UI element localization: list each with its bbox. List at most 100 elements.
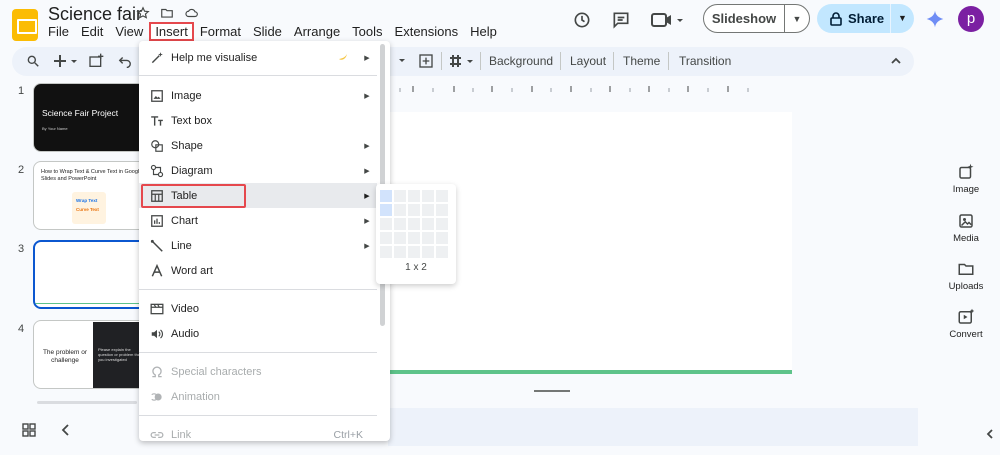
grid-view-icon[interactable] [22, 423, 36, 437]
menu-edit[interactable]: Edit [75, 22, 109, 41]
menu-item-help-me-visualise[interactable]: Help me visualise ▶ [139, 45, 377, 70]
move-folder-icon[interactable] [160, 6, 174, 20]
table-grid-cell[interactable] [436, 246, 448, 258]
menu-item-special-characters: Special characters [139, 359, 377, 384]
table-grid-cell[interactable] [380, 218, 392, 230]
star-icon[interactable] [136, 6, 150, 20]
side-panel-media[interactable]: Media [940, 212, 992, 244]
menu-help[interactable]: Help [464, 22, 503, 41]
table-grid-cell[interactable] [380, 232, 392, 244]
table-grid-cell[interactable] [380, 190, 392, 202]
table-grid-cell[interactable] [422, 190, 434, 202]
menu-item-shape[interactable]: Shape ▶ [139, 133, 377, 158]
share-button[interactable]: Share ▼ [817, 4, 914, 33]
table-grid-cell[interactable] [394, 232, 406, 244]
menu-slide[interactable]: Slide [247, 22, 288, 41]
speaker-notes-area[interactable] [388, 408, 918, 446]
transition-button[interactable]: Transition [679, 54, 731, 68]
table-grid-cell[interactable] [394, 204, 406, 216]
menu-item-text-box[interactable]: Text box [139, 108, 377, 133]
table-grid-cell[interactable] [380, 204, 392, 216]
menu-extensions[interactable]: Extensions [389, 22, 465, 41]
meet-icon[interactable] [651, 10, 683, 30]
table-grid-cell[interactable] [436, 204, 448, 216]
comments-icon[interactable] [611, 10, 631, 30]
menu-arrange[interactable]: Arrange [288, 22, 346, 41]
table-grid-cell[interactable] [436, 218, 448, 230]
thumb-label: Wrap Text [76, 198, 98, 203]
animation-icon [150, 390, 164, 404]
menu-item-link: Link Ctrl+K [139, 422, 377, 447]
slide-number: 2 [18, 164, 25, 176]
menu-view[interactable]: View [109, 22, 149, 41]
notes-resize-handle[interactable] [534, 390, 570, 392]
table-grid-cell[interactable] [408, 218, 420, 230]
table-grid[interactable] [380, 190, 448, 258]
table-grid-cell[interactable] [394, 246, 406, 258]
submenu-arrow-icon: ▶ [364, 192, 370, 200]
menu-item-chart[interactable]: Chart ▶ [139, 208, 377, 233]
submenu-arrow-icon: ▶ [364, 217, 370, 225]
slide-thumbnail-2[interactable]: How to Wrap Text & Curve Text in Google … [33, 161, 148, 230]
toolbar-divider [560, 52, 561, 70]
undo-icon[interactable] [118, 54, 132, 68]
table-grid-cell[interactable] [394, 190, 406, 202]
menu-format[interactable]: Format [194, 22, 247, 41]
table-grid-cell[interactable] [422, 232, 434, 244]
search-menus-icon[interactable] [26, 54, 40, 68]
side-panel-image[interactable]: Image [940, 163, 992, 195]
new-slide-layout-icon[interactable] [88, 53, 104, 69]
toolbar-divider [668, 52, 669, 70]
slide-thumbnail-3[interactable] [33, 240, 148, 309]
menu-file[interactable]: File [42, 22, 75, 41]
slides-logo[interactable] [12, 9, 38, 41]
side-panel-uploads[interactable]: Uploads [940, 260, 992, 292]
table-grid-cell[interactable] [394, 218, 406, 230]
menu-insert[interactable]: Insert [149, 22, 194, 41]
table-grid-cell[interactable] [408, 232, 420, 244]
version-history-icon[interactable] [572, 10, 592, 30]
gemini-icon[interactable] [925, 9, 945, 29]
background-button[interactable]: Background [489, 54, 553, 68]
share-dropdown-icon[interactable]: ▼ [890, 4, 914, 33]
slideshow-button[interactable]: Slideshow ▼ [703, 4, 810, 33]
table-grid-cell[interactable] [422, 218, 434, 230]
avatar[interactable]: p [958, 6, 984, 32]
slide-thumbnail-4[interactable]: The problem or challenge Please explain … [33, 320, 148, 389]
menu-item-word-art[interactable]: Word art [139, 258, 377, 283]
table-grid-cell[interactable] [436, 190, 448, 202]
table-grid-cell[interactable] [408, 190, 420, 202]
table-grid-cell[interactable] [408, 204, 420, 216]
new-slide-icon[interactable] [54, 54, 80, 68]
slideshow-dropdown-icon[interactable]: ▼ [785, 14, 809, 24]
slide-thumbnail-1[interactable]: Science Fair Project By Your Name [33, 83, 148, 152]
lock-icon [830, 11, 842, 26]
table-grid-cell[interactable] [408, 246, 420, 258]
table-grid-cell[interactable] [380, 246, 392, 258]
menu-item-label: Chart [171, 214, 198, 227]
table-grid-cell[interactable] [422, 204, 434, 216]
menu-item-line[interactable]: Line ▶ [139, 233, 377, 258]
line-icon [150, 239, 164, 253]
collapse-toolbar-icon[interactable] [890, 55, 902, 67]
thumb-title: Science Fair Project [42, 108, 119, 118]
side-panel-convert[interactable]: Convert [940, 308, 992, 340]
collapse-filmstrip-icon[interactable] [60, 423, 74, 437]
table-grid-cell[interactable] [422, 246, 434, 258]
thumb-title: How to Wrap Text & Curve Text in Google … [41, 169, 143, 182]
menu-item-image[interactable]: Image ▶ [139, 83, 377, 108]
layout-button[interactable]: Layout [570, 54, 606, 68]
menu-tools[interactable]: Tools [346, 22, 388, 41]
filmstrip-scrollbar[interactable] [37, 401, 137, 404]
expand-side-panel-icon[interactable] [985, 429, 995, 439]
cloud-saved-icon[interactable] [184, 6, 199, 20]
menu-item-diagram[interactable]: Diagram ▶ [139, 158, 377, 183]
menu-item-label: Audio [171, 327, 200, 340]
menu-divider [139, 75, 377, 76]
submenu-arrow-icon: ▶ [364, 142, 370, 150]
share-label: Share [848, 11, 885, 26]
menu-item-audio[interactable]: Audio [139, 321, 377, 346]
table-grid-cell[interactable] [436, 232, 448, 244]
theme-button[interactable]: Theme [623, 54, 660, 68]
menu-item-video[interactable]: Video [139, 296, 377, 321]
